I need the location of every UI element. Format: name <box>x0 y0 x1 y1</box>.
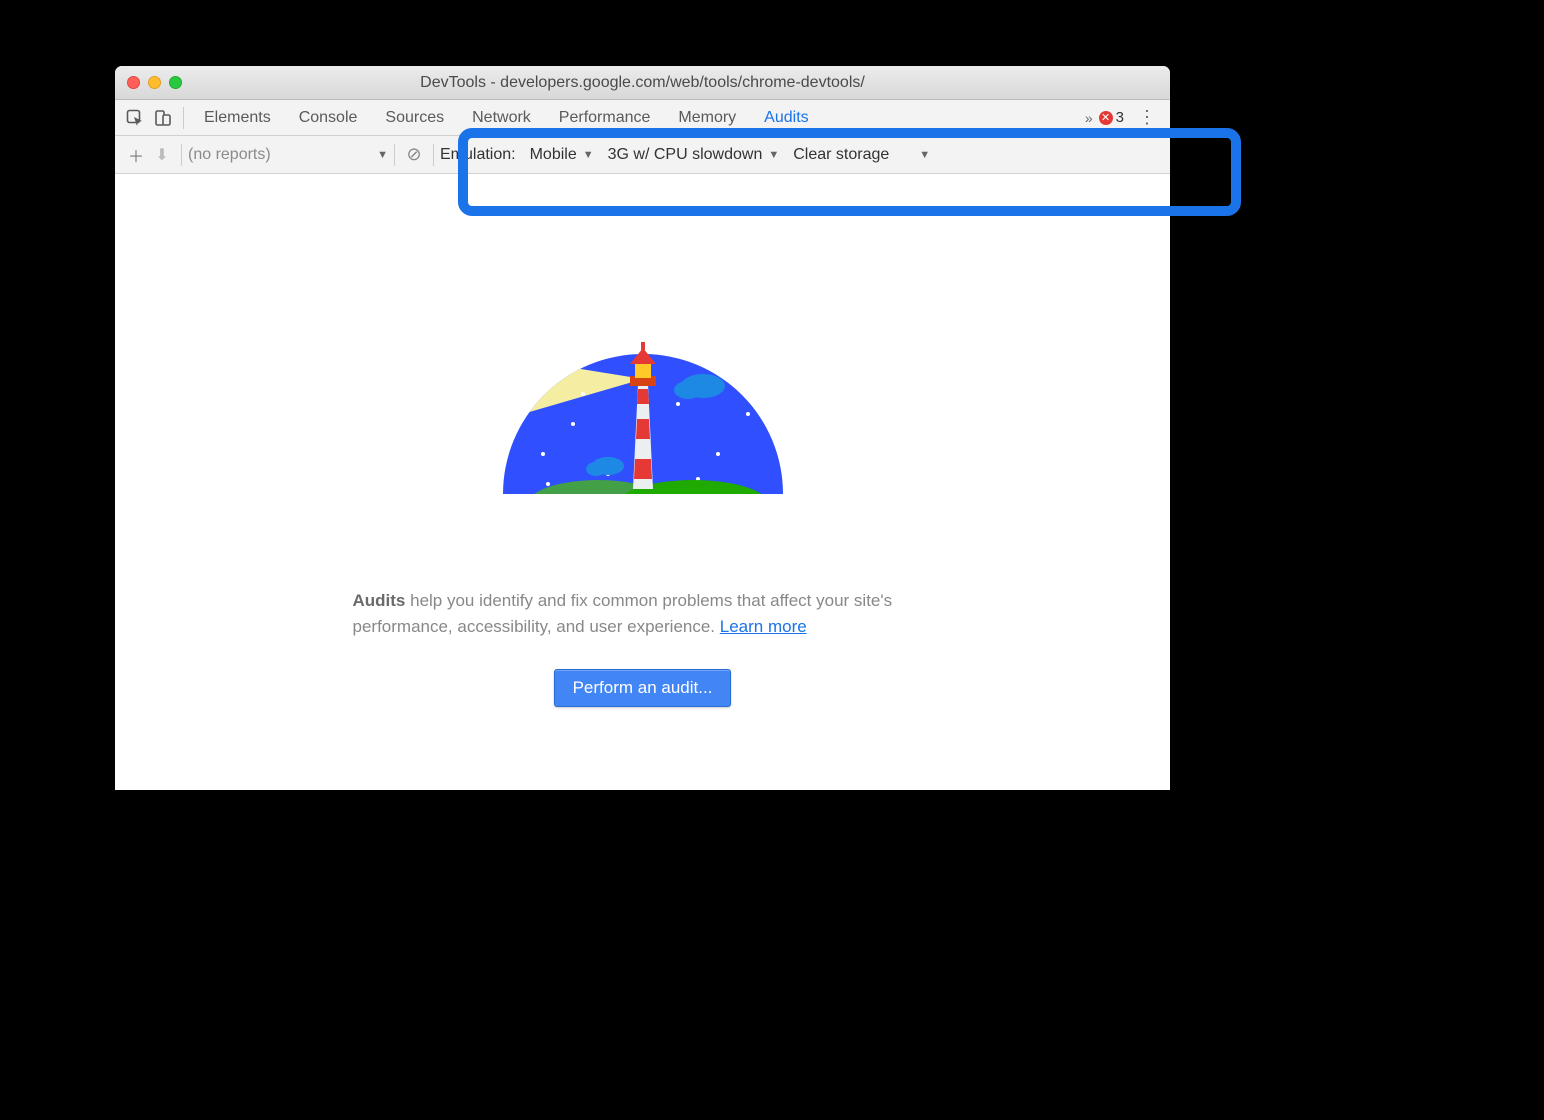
tab-label: Console <box>299 109 358 127</box>
more-options-icon[interactable]: ⋮ <box>1130 107 1164 128</box>
clear-icon[interactable]: ⊘ <box>401 142 427 168</box>
audits-description: Audits help you identify and fix common … <box>353 588 933 639</box>
audits-description-body: help you identify and fix common problem… <box>353 591 893 636</box>
zoom-window-button[interactable] <box>169 76 182 89</box>
tab-label: Performance <box>559 109 651 127</box>
overflow-icon[interactable]: » <box>1085 110 1093 126</box>
close-window-button[interactable] <box>127 76 140 89</box>
chevron-down-icon: ▼ <box>377 149 388 161</box>
audits-toolbar: ＋ ⬇ (no reports) ▼ ⊘ Emulation: Mobile ▼… <box>115 136 1170 174</box>
audits-landing: Audits help you identify and fix common … <box>115 174 1170 790</box>
inspect-element-icon[interactable] <box>121 104 149 132</box>
separator <box>183 107 184 129</box>
separator <box>181 144 182 166</box>
error-count: 3 <box>1116 109 1124 126</box>
separator <box>394 144 395 166</box>
minimize-window-button[interactable] <box>148 76 161 89</box>
tab-sources[interactable]: Sources <box>371 100 458 135</box>
error-counter[interactable]: ✕ 3 <box>1099 109 1124 126</box>
tab-overflow: » ✕ 3 ⋮ <box>1085 107 1164 128</box>
tab-label: Memory <box>678 109 736 127</box>
device-toolbar-icon[interactable] <box>149 104 177 132</box>
perform-audit-button[interactable]: Perform an audit... <box>554 669 732 707</box>
new-audit-icon[interactable]: ＋ <box>123 142 149 168</box>
tab-elements[interactable]: Elements <box>190 100 285 135</box>
devtools-tabbar: Elements Console Sources Network Perform… <box>115 100 1170 136</box>
traffic-lights <box>115 76 182 89</box>
storage-value: Clear storage <box>793 146 889 164</box>
devtools-window: DevTools - developers.google.com/web/too… <box>115 66 1170 790</box>
throttling-dropdown[interactable]: 3G w/ CPU slowdown ▼ <box>608 146 780 164</box>
separator <box>433 144 434 166</box>
download-report-icon[interactable]: ⬇ <box>149 142 175 168</box>
chevron-down-icon: ▼ <box>768 149 779 161</box>
perform-audit-label: Perform an audit... <box>573 678 713 697</box>
tab-label: Sources <box>385 109 444 127</box>
emulation-device-value: Mobile <box>530 146 577 164</box>
emulation-settings: Emulation: Mobile ▼ 3G w/ CPU slowdown ▼… <box>440 146 930 164</box>
tab-label: Audits <box>764 109 808 127</box>
tab-label: Network <box>472 109 531 127</box>
lighthouse-illustration <box>488 324 798 524</box>
emulation-device-dropdown[interactable]: Mobile ▼ <box>530 146 594 164</box>
error-icon: ✕ <box>1099 111 1113 125</box>
chevron-down-icon: ▼ <box>583 149 594 161</box>
window-title: DevTools - developers.google.com/web/too… <box>115 74 1170 92</box>
storage-dropdown[interactable]: Clear storage ▼ <box>793 146 930 164</box>
tab-audits[interactable]: Audits <box>750 100 822 135</box>
tab-performance[interactable]: Performance <box>545 100 665 135</box>
tab-console[interactable]: Console <box>285 100 372 135</box>
tab-memory[interactable]: Memory <box>664 100 750 135</box>
reports-dropdown[interactable]: (no reports) ▼ <box>188 146 388 164</box>
window-titlebar: DevTools - developers.google.com/web/too… <box>115 66 1170 100</box>
tab-label: Elements <box>204 109 271 127</box>
reports-placeholder: (no reports) <box>188 146 271 164</box>
chevron-down-icon: ▼ <box>919 149 930 161</box>
emulation-label: Emulation: <box>440 146 516 164</box>
tab-network[interactable]: Network <box>458 100 545 135</box>
throttling-value: 3G w/ CPU slowdown <box>608 146 763 164</box>
audits-description-strong: Audits <box>353 591 406 610</box>
learn-more-link[interactable]: Learn more <box>720 617 807 636</box>
